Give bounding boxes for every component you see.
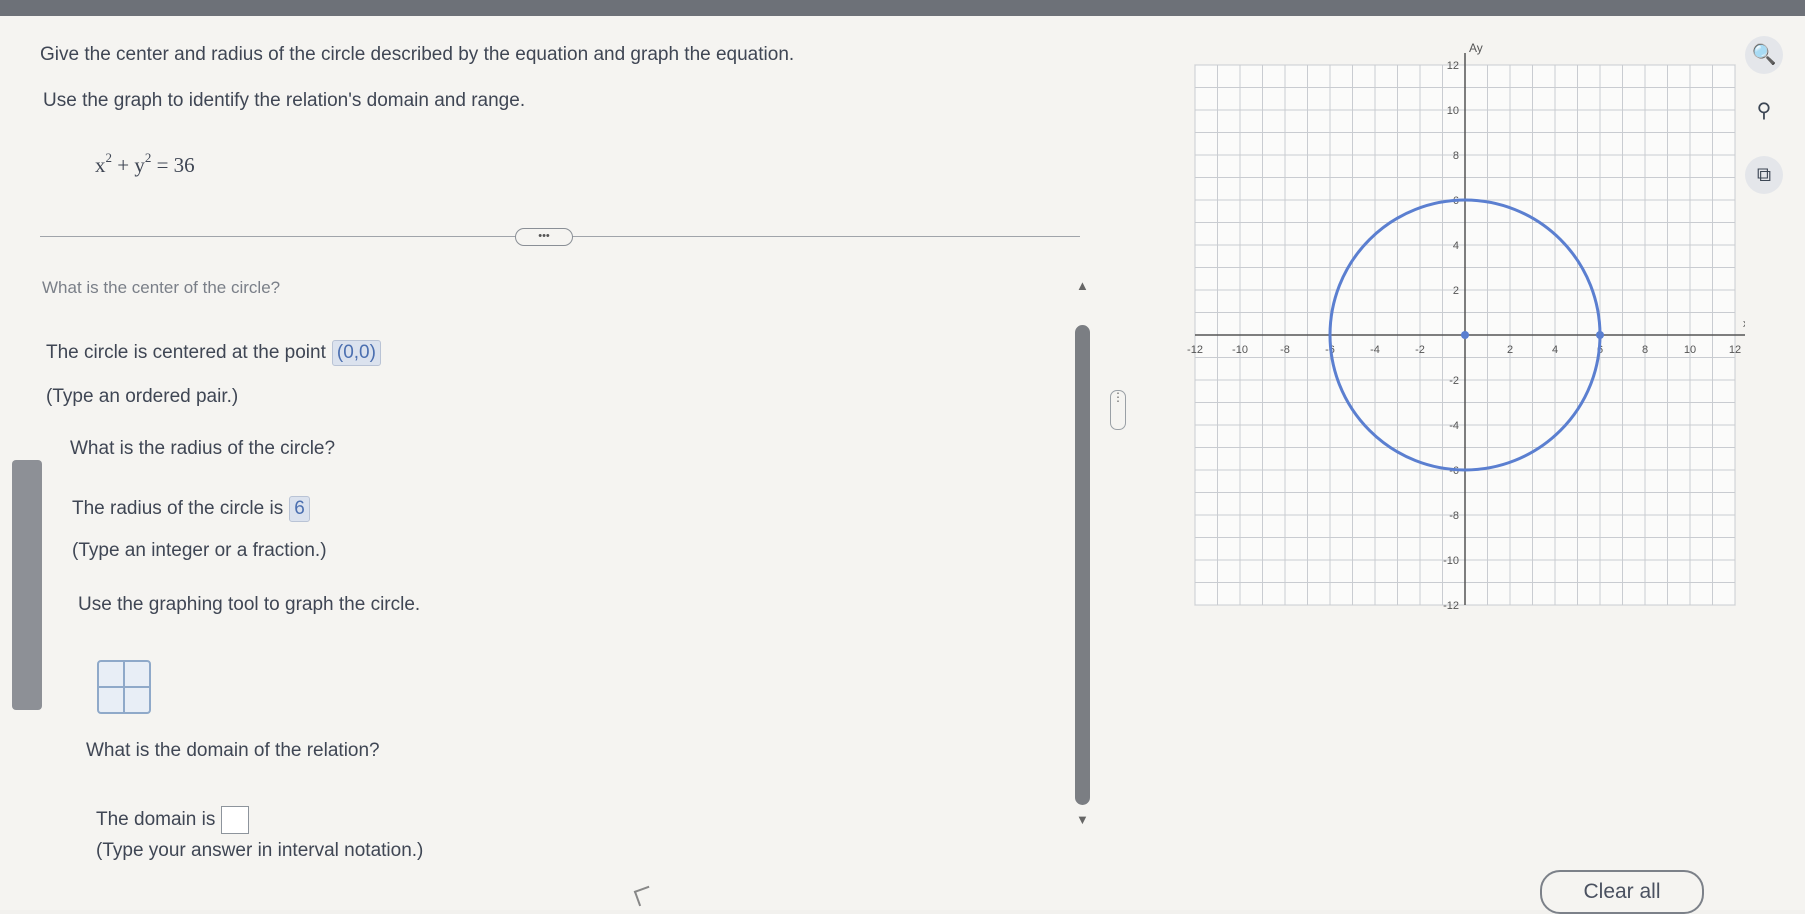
scroll-up-arrow[interactable]: ▲ <box>1076 278 1089 293</box>
question-text-line2: Use the graph to identify the relation's… <box>43 90 526 111</box>
x-tick-label: 10 <box>1684 344 1696 356</box>
x-tick-label: 2 <box>1507 344 1513 356</box>
more-button[interactable]: ••• <box>515 228 573 246</box>
radius-prompt: The radius of the circle is 6 <box>72 496 310 522</box>
content-scrollbar-thumb[interactable] <box>1075 325 1090 805</box>
center-answer-field[interactable]: (0,0) <box>331 340 381 366</box>
y-tick-label: -8 <box>1449 510 1459 522</box>
radius-prompt-text: The radius of the circle is <box>72 498 284 519</box>
x-tick-label: 4 <box>1552 344 1558 356</box>
circle-radius-point <box>1596 331 1604 339</box>
x-tick-label: -12 <box>1187 344 1203 356</box>
panel-resize-handle[interactable]: ⋮ <box>1110 390 1126 430</box>
left-scrollbar[interactable] <box>12 460 42 710</box>
zoom-out-icon[interactable]: ⚲ <box>1745 92 1783 130</box>
x-tick-label: 12 <box>1729 344 1741 356</box>
y-tick-label: 12 <box>1447 60 1459 72</box>
center-question: What is the center of the circle? <box>42 278 281 297</box>
exponent-y: 2 <box>144 150 152 165</box>
popout-icon[interactable]: ⧉ <box>1745 156 1783 194</box>
question-text-line1: Give the center and radius of the circle… <box>40 44 795 65</box>
center-hint: (Type an ordered pair.) <box>46 386 239 407</box>
circle-center-point <box>1461 331 1469 339</box>
x-axis-label: x <box>1743 318 1745 330</box>
domain-question: What is the domain of the relation? <box>86 740 380 761</box>
equation-rhs: = 36 <box>156 153 195 177</box>
y-tick-label: -10 <box>1443 555 1459 567</box>
x-tick-label: -2 <box>1415 344 1425 356</box>
x-tick-label: -4 <box>1370 344 1380 356</box>
radius-answer-field[interactable]: 6 <box>289 496 310 522</box>
center-prompt: The circle is centered at the point (0,0) <box>46 340 381 366</box>
clear-all-button[interactable]: Clear all <box>1540 870 1704 914</box>
y-tick-label: -4 <box>1449 420 1459 432</box>
scroll-down-arrow[interactable]: ▼ <box>1076 812 1089 827</box>
equation-y: + y <box>117 153 145 177</box>
center-prompt-text: The circle is centered at the point <box>46 342 326 363</box>
exponent-x: 2 <box>105 150 113 165</box>
x-tick-label: -8 <box>1280 344 1290 356</box>
y-tick-label: -2 <box>1449 375 1459 387</box>
y-tick-label: 2 <box>1453 285 1459 297</box>
graphing-tool-icon[interactable] <box>97 660 151 714</box>
radius-question: What is the radius of the circle? <box>70 438 336 459</box>
browser-top-bar <box>0 0 1805 16</box>
x-tick-label: 8 <box>1642 344 1648 356</box>
equation-x: x <box>95 153 106 177</box>
y-axis-label: Ay <box>1469 41 1483 55</box>
graph-instruction: Use the graphing tool to graph the circl… <box>78 594 421 615</box>
domain-prompt: The domain is <box>96 806 250 834</box>
coordinate-graph[interactable]: -12 -10 -8 -6 -4 -2 2 4 6 8 10 1212108642-2-4-6-8-1… <box>1175 40 1745 630</box>
y-tick-label: 4 <box>1453 240 1459 252</box>
x-tick-label: -10 <box>1232 344 1248 356</box>
domain-answer-field[interactable] <box>221 806 250 834</box>
y-tick-label: -12 <box>1443 600 1459 612</box>
radius-hint: (Type an integer or a fraction.) <box>72 540 327 561</box>
domain-prompt-text: The domain is <box>96 809 216 831</box>
domain-hint: (Type your answer in interval notation.) <box>96 840 424 861</box>
y-tick-label: 10 <box>1447 105 1459 117</box>
zoom-in-icon[interactable]: 🔍 <box>1745 36 1783 74</box>
y-tick-label: 8 <box>1453 150 1459 162</box>
equation: x2 + y2 = 36 <box>95 150 195 178</box>
